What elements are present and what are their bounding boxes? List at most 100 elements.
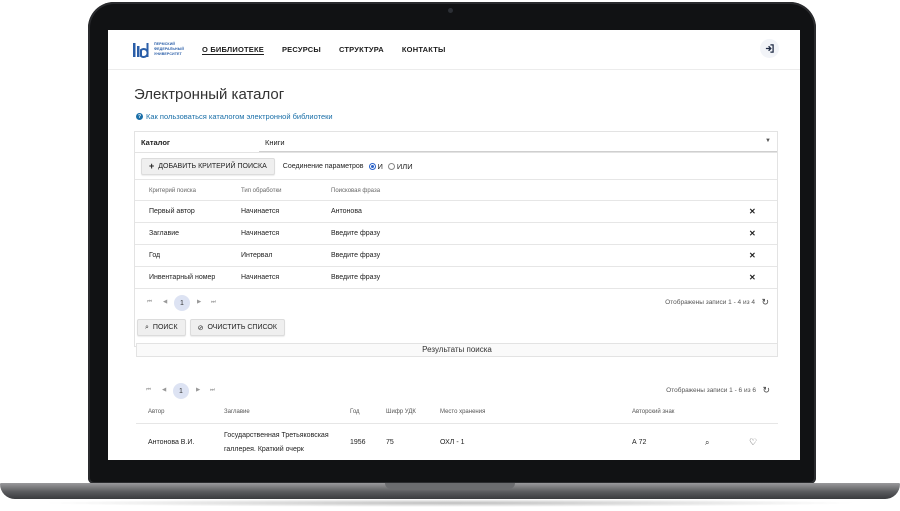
search-button-label: ПОИСК <box>152 324 178 331</box>
laptop-notch <box>385 483 515 489</box>
year-cell: 1956 <box>350 439 366 446</box>
plus-icon: + <box>149 161 155 171</box>
page-title: Электронный каталог <box>134 86 285 103</box>
criteria-row[interactable]: Первый автор Начинается Антонова ✕ <box>135 201 777 223</box>
logo-mark-icon <box>133 43 149 58</box>
col-criterion: Критерий поиска <box>149 188 196 194</box>
title-cell-line1: Государственная Третьяковская <box>224 432 329 439</box>
login-button[interactable] <box>760 39 779 58</box>
criterion-value[interactable]: Первый автор <box>149 208 195 215</box>
top-navbar: ПЕРМСКИЙ ФЕДЕРАЛЬНЫЙ УНИВЕРСИТЕТ О БИБЛИ… <box>108 30 800 70</box>
add-criterion-label: ДОБАВИТЬ КРИТЕРИЙ ПОИСКА <box>158 162 267 170</box>
results-section: ⏮ ◀ 1 ▶ ⏭ Отображены записи 1 - 6 из 6 ↻… <box>136 375 778 460</box>
nav-item-contacts[interactable]: КОНТАКТЫ <box>402 45 446 54</box>
results-header: Результаты поиска <box>136 343 778 357</box>
table-row[interactable]: Антонова В.И. Государственная Третьяковс… <box>136 425 778 459</box>
records-info: Отображены записи 1 - 4 из 4 <box>665 299 755 306</box>
next-page-icon[interactable]: ▶ <box>197 299 201 305</box>
phrase-value[interactable]: Введите фразу <box>331 274 380 281</box>
laptop-shadow <box>40 499 860 507</box>
chevron-down-icon: ▼ <box>765 138 771 144</box>
col-location: Место хранения <box>440 409 486 415</box>
criterion-value[interactable]: Инвентарный номер <box>149 274 215 281</box>
add-criterion-button[interactable]: + ДОБАВИТЬ КРИТЕРИЙ ПОИСКА <box>141 157 275 175</box>
first-page-icon[interactable]: ⏮ <box>146 387 151 394</box>
catalog-label: Каталог <box>141 138 171 147</box>
radio-and-label: И <box>377 161 383 171</box>
criterion-value[interactable]: Заглавие <box>149 230 179 237</box>
col-type: Тип обработки <box>241 188 282 194</box>
criteria-row[interactable]: Заглавие Начинается Введите фразу ✕ <box>135 223 777 245</box>
prev-page-icon[interactable]: ◀ <box>163 299 167 305</box>
criterion-value[interactable]: Год <box>149 252 160 259</box>
magnifier-icon[interactable]: ⌕ <box>705 438 709 448</box>
phrase-value[interactable]: Введите фразу <box>331 230 380 237</box>
records-info: Отображены записи 1 - 6 из 6 <box>666 387 756 394</box>
col-author: Автор <box>148 409 165 415</box>
search-icon: ⌕ <box>145 323 149 331</box>
remove-criterion-icon[interactable]: ✕ <box>749 251 756 260</box>
remove-criterion-icon[interactable]: ✕ <box>749 207 756 216</box>
catalog-select[interactable]: Книги ▼ <box>259 132 777 152</box>
criteria-row[interactable]: Инвентарный номер Начинается Введите фра… <box>135 267 777 289</box>
results-pager: ⏮ ◀ 1 ▶ ⏭ Отображены записи 1 - 6 из 6 ↻ <box>136 380 778 402</box>
type-value[interactable]: Начинается <box>241 208 279 215</box>
last-page-icon[interactable]: ⏭ <box>211 299 216 306</box>
type-value[interactable]: Интервал <box>241 252 272 259</box>
remove-criterion-icon[interactable]: ✕ <box>749 273 756 282</box>
heart-icon[interactable]: ♡ <box>749 437 757 448</box>
radio-and-dot[interactable] <box>368 162 376 170</box>
clear-button-label: ОЧИСТИТЬ СПИСОК <box>207 324 277 331</box>
radio-or-label: ИЛИ <box>396 161 413 171</box>
nav-item-resources[interactable]: РЕСУРСЫ <box>282 45 321 54</box>
login-icon <box>765 44 774 53</box>
author-sign-cell: А 72 <box>632 439 647 446</box>
join-label: Соединение параметров <box>282 162 364 170</box>
nav-item-structure[interactable]: СТРУКТУРА <box>339 45 384 54</box>
prev-page-icon[interactable]: ◀ <box>162 387 166 393</box>
remove-criterion-icon[interactable]: ✕ <box>749 229 756 238</box>
clear-list-button[interactable]: ⊘ ОЧИСТИТЬ СПИСОК <box>189 319 285 336</box>
help-link[interactable]: ? Как пользоваться каталогом электронной… <box>136 112 333 121</box>
camera <box>448 8 453 13</box>
radio-or[interactable]: ИЛИ <box>387 161 413 171</box>
criteria-toolbar: + ДОБАВИТЬ КРИТЕРИЙ ПОИСКА Соединение па… <box>141 157 413 175</box>
next-page-icon[interactable]: ▶ <box>196 387 200 393</box>
page-number-button[interactable]: 1 <box>174 295 190 311</box>
type-value[interactable]: Начинается <box>241 230 279 237</box>
last-page-icon[interactable]: ⏭ <box>210 387 215 394</box>
nav-item-about[interactable]: О БИБЛИОТЕКЕ <box>202 45 264 54</box>
results-table-header: Автор Заглавие Год Шифр УДК Место хранен… <box>136 402 778 424</box>
university-logo[interactable]: ПЕРМСКИЙ ФЕДЕРАЛЬНЫЙ УНИВЕРСИТЕТ <box>132 39 192 61</box>
search-button[interactable]: ⌕ ПОИСК <box>137 319 186 336</box>
radio-and[interactable]: И <box>368 161 383 171</box>
refresh-icon[interactable]: ↻ <box>762 385 770 396</box>
catalog-row: Каталог Книги ▼ <box>135 132 777 153</box>
radio-or-dot[interactable] <box>387 162 395 170</box>
catalog-value: Книги <box>265 138 285 147</box>
main-nav: О БИБЛИОТЕКЕ РЕСУРСЫ СТРУКТУРА КОНТАКТЫ <box>202 45 446 54</box>
criteria-table-header: Критерий поиска Тип обработки Поисковая … <box>135 179 777 201</box>
author-cell: Антонова В.И. <box>148 439 195 446</box>
phrase-value[interactable]: Введите фразу <box>331 252 380 259</box>
col-year: Год <box>350 409 360 415</box>
logo-text: ПЕРМСКИЙ ФЕДЕРАЛЬНЫЙ УНИВЕРСИТЕТ <box>154 42 185 56</box>
refresh-icon[interactable]: ↻ <box>761 297 769 308</box>
criteria-table: Критерий поиска Тип обработки Поисковая … <box>135 179 777 289</box>
col-title: Заглавие <box>224 409 250 415</box>
search-actions: ⌕ ПОИСК ⊘ ОЧИСТИТЬ СПИСОК <box>137 319 285 336</box>
col-phrase: Поисковая фраза <box>331 188 381 194</box>
first-page-icon[interactable]: ⏮ <box>147 299 152 306</box>
location-cell: ОХЛ - 1 <box>440 439 465 446</box>
page-number-button[interactable]: 1 <box>173 383 189 399</box>
laptop-frame: ПЕРМСКИЙ ФЕДЕРАЛЬНЫЙ УНИВЕРСИТЕТ О БИБЛИ… <box>0 0 900 511</box>
col-udc: Шифр УДК <box>386 409 416 415</box>
help-icon: ? <box>136 113 143 120</box>
help-link-text: Как пользоваться каталогом электронной б… <box>146 112 333 121</box>
type-value[interactable]: Начинается <box>241 274 279 281</box>
phrase-value[interactable]: Антонова <box>331 208 362 215</box>
title-cell-line2: галлерея. Краткий очерк <box>224 446 304 453</box>
col-author-sign: Авторский знак <box>632 409 675 415</box>
criteria-row[interactable]: Год Интервал Введите фразу ✕ <box>135 245 777 267</box>
clear-icon: ⊘ <box>197 324 204 332</box>
